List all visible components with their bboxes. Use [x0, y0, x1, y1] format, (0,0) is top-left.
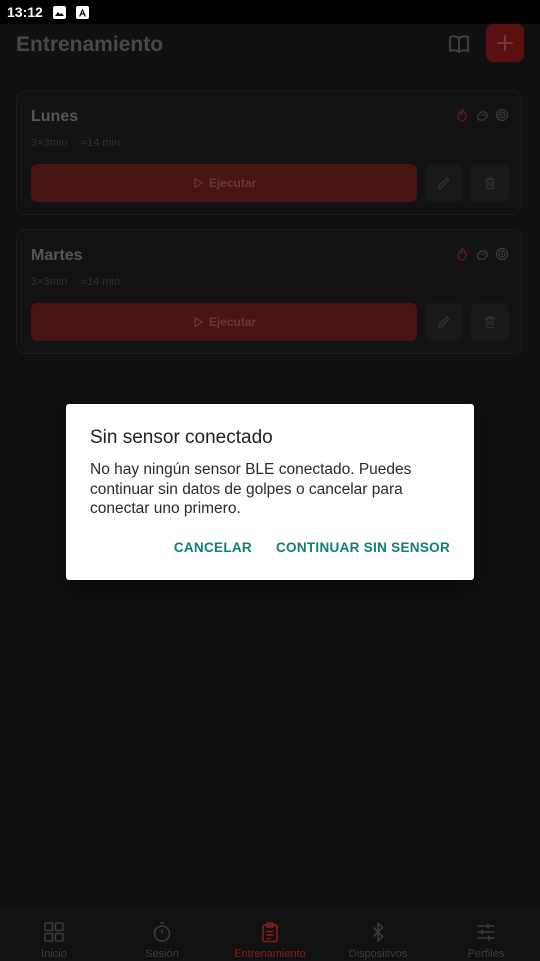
- dialog-message: No hay ningún sensor BLE conectado. Pued…: [90, 461, 412, 517]
- continue-without-sensor-button[interactable]: CONTINUAR SIN SENSOR: [276, 540, 450, 555]
- image-notification-icon: [52, 5, 66, 19]
- status-bar: 13:12: [0, 0, 540, 24]
- no-sensor-dialog: Sin sensor conectado No hay ningún senso…: [66, 404, 474, 580]
- dialog-title: Sin sensor conectado: [90, 427, 273, 448]
- app-notification-icon: [75, 5, 89, 19]
- dialog-actions: CANCELAR CONTINUAR SIN SENSOR: [174, 540, 450, 555]
- status-time: 13:12: [7, 4, 43, 20]
- cancel-button[interactable]: CANCELAR: [174, 540, 252, 555]
